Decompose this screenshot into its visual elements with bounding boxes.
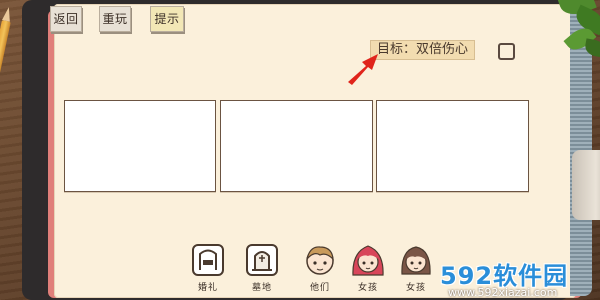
- item-graveyard[interactable]: 墓地: [240, 242, 284, 294]
- item-label: 女孩: [357, 283, 378, 293]
- item-label: 女孩: [405, 283, 426, 293]
- story-card-slot-3[interactable]: [376, 100, 529, 192]
- site-watermark: 592软件园 www.592xiazai.com: [440, 256, 600, 300]
- item-label: 他们: [309, 283, 330, 293]
- item-character-girl-brown[interactable]: 女孩: [394, 242, 438, 294]
- story-card-slot-2[interactable]: [220, 100, 373, 192]
- boy-character-icon: [306, 246, 334, 275]
- hint-button[interactable]: 提示: [150, 6, 184, 32]
- item-character-boy[interactable]: 他们: [298, 242, 342, 294]
- replay-button[interactable]: 重玩: [99, 6, 131, 32]
- back-button[interactable]: 返回: [50, 6, 82, 32]
- goal-label: 目标：双倍伤心: [370, 40, 476, 60]
- goal-checkbox: [498, 43, 515, 60]
- cup-decoration: [572, 150, 600, 220]
- wedding-altar-icon: [192, 244, 224, 276]
- brown-hair-girl-icon: [401, 246, 431, 275]
- watermark-url: www.592xiazai.com: [448, 286, 558, 299]
- red-arrow-icon: [348, 54, 378, 85]
- item-label: 墓地: [251, 283, 272, 293]
- tombstone-icon: [246, 244, 278, 276]
- item-label: 婚礼: [197, 283, 218, 293]
- red-hair-girl-icon: [352, 245, 384, 276]
- item-character-girl-red[interactable]: 女孩: [346, 242, 390, 294]
- story-card-slot-1[interactable]: [64, 100, 216, 192]
- item-wedding[interactable]: 婚礼: [186, 242, 230, 294]
